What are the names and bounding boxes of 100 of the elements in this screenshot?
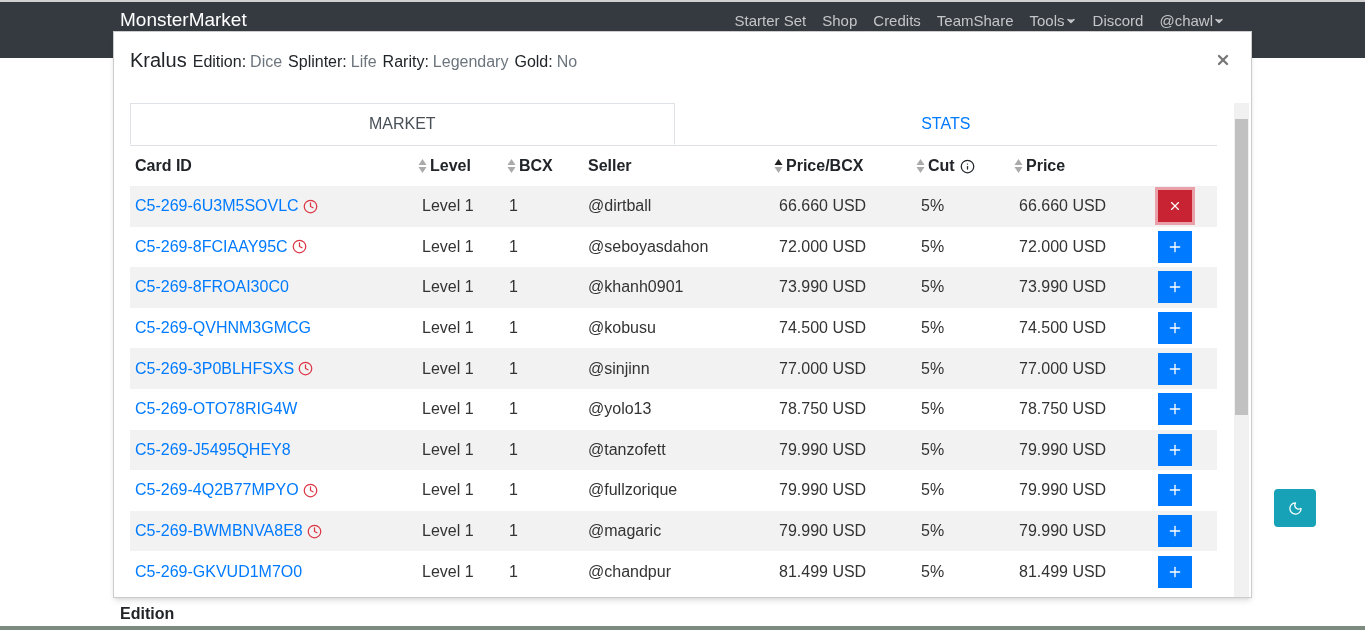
moon-icon <box>1287 500 1303 516</box>
scrollbar[interactable] <box>1234 103 1249 597</box>
table-cell-text: 81.499 USD <box>779 561 867 582</box>
card-id-link[interactable]: C5-269-8FROAI30C0 <box>135 275 289 300</box>
table-cell-text: 79.990 USD <box>779 439 867 460</box>
card-id-link[interactable]: C5-269-3P0BLHFSXS <box>135 356 295 381</box>
column-header[interactable]: Cut <box>928 154 955 178</box>
table-cell-text: 1 <box>509 277 518 298</box>
attribute-label: Edition: <box>192 51 247 72</box>
table-cell-text: Level 1 <box>422 236 474 257</box>
table-cell-text: 79.990 USD <box>1019 439 1107 460</box>
add-button[interactable] <box>1158 474 1192 507</box>
add-button[interactable] <box>1158 271 1192 304</box>
table-cell-text: @kobusu <box>588 318 656 339</box>
add-button[interactable] <box>1158 555 1192 588</box>
add-button[interactable] <box>1158 393 1192 426</box>
nav-link[interactable]: Shop <box>822 12 858 30</box>
table-cell-text: Level 1 <box>422 439 474 460</box>
nav-link[interactable]: Discord <box>1092 12 1144 30</box>
add-button[interactable] <box>1158 433 1192 466</box>
table-cell-text: 1 <box>509 399 518 420</box>
card-id-link[interactable]: C5-269-QVHNM3GMCG <box>135 316 312 341</box>
table-cell-text: 1 <box>509 358 518 379</box>
table-cell-text: Level 1 <box>422 521 474 542</box>
table-cell-text: 74.500 USD <box>1019 318 1107 339</box>
table-cell-text: 78.750 USD <box>1019 399 1107 420</box>
section-heading: Edition <box>120 605 175 622</box>
table-cell-text: 5% <box>921 399 945 420</box>
table-cell-text: 1 <box>509 561 518 582</box>
table-cell-text: 1 <box>509 196 518 217</box>
column-header[interactable]: Price <box>1026 154 1066 178</box>
table-cell-text: 1 <box>509 439 518 460</box>
table-cell-text: Level 1 <box>422 277 474 298</box>
table-cell-text: 5% <box>921 318 945 339</box>
nav-link[interactable]: Credits <box>873 12 921 30</box>
table-cell-text: @dirtball <box>588 196 652 217</box>
card-id-link[interactable]: C5-269-OTO78RIG4W <box>135 397 298 422</box>
table-cell-text: 74.500 USD <box>779 318 867 339</box>
remove-button[interactable] <box>1158 190 1192 223</box>
table-cell-text: 5% <box>921 277 945 298</box>
info-icon[interactable] <box>959 158 975 174</box>
card-id-link[interactable]: C5-269-J5495QHEY8 <box>135 437 291 462</box>
nav-link[interactable]: TeamShare <box>936 12 1014 30</box>
column-header[interactable]: Price/BCX <box>786 154 864 178</box>
card-id-link[interactable]: C5-269-GKVUD1M7O0 <box>135 559 303 584</box>
add-button[interactable] <box>1158 352 1192 385</box>
card-id-link[interactable]: C5-269-6U3M5SOVLC <box>135 194 299 219</box>
sort-icon[interactable] <box>774 158 783 174</box>
card-id-link[interactable]: C5-269-8FCIAAY95C <box>135 234 288 259</box>
table-cell-text: 1 <box>509 480 518 501</box>
table-cell-text: @khanh0901 <box>588 277 684 298</box>
nav-link[interactable]: @chawl <box>1159 12 1225 30</box>
attribute-label: Rarity: <box>382 51 429 72</box>
table-cell-text: @chandpur <box>588 561 671 582</box>
column-header[interactable]: Level <box>430 154 471 178</box>
table-cell-text: Level 1 <box>422 358 474 379</box>
table-cell-text: 77.000 USD <box>1019 358 1107 379</box>
modal-title: Kralus <box>130 47 187 73</box>
table-cell-text: 5% <box>921 196 945 217</box>
attribute-value: No <box>556 51 578 72</box>
attribute-label: Gold: <box>514 51 553 72</box>
table-cell-text: Level 1 <box>422 318 474 339</box>
table-cell-text: 5% <box>921 480 945 501</box>
nav-link[interactable]: Tools <box>1029 12 1077 30</box>
add-button[interactable] <box>1158 515 1192 548</box>
column-header[interactable]: BCX <box>519 154 553 178</box>
add-button[interactable] <box>1158 312 1192 345</box>
tab[interactable]: MARKET <box>130 103 675 145</box>
add-button[interactable] <box>1158 230 1192 263</box>
card-id-link[interactable]: C5-269-BWMBNVA8E8 <box>135 519 303 544</box>
table-cell-text: 78.750 USD <box>779 399 867 420</box>
table-cell-text: 81.499 USD <box>1019 561 1107 582</box>
table-cell-text: @seboyasdahon <box>588 236 709 257</box>
brand-logo[interactable]: MonsterMarket <box>120 9 247 31</box>
table-cell-text: 1 <box>509 236 518 257</box>
table-cell-text: Level 1 <box>422 480 474 501</box>
table-cell-text: @sinjinn <box>588 358 650 379</box>
table-cell-text: Level 1 <box>422 196 474 217</box>
table-cell-text: @fullzorique <box>588 480 678 501</box>
table-cell-text: @magaric <box>588 521 662 542</box>
table-cell-text: Level 1 <box>422 561 474 582</box>
table-cell-text: 66.660 USD <box>779 196 867 217</box>
column-header[interactable]: Card ID <box>135 154 192 178</box>
nav-link[interactable]: Starter Set <box>734 12 807 30</box>
attribute-value: Life <box>350 51 377 72</box>
table-cell-text: @tanzofett <box>588 439 666 460</box>
table-cell-text: 1 <box>509 318 518 339</box>
table-cell-text: Level 1 <box>422 399 474 420</box>
dark-mode-button[interactable] <box>1274 489 1316 527</box>
table-cell-text: 73.990 USD <box>1019 277 1107 298</box>
table-cell-text: 5% <box>921 358 945 379</box>
scrollbar-thumb[interactable] <box>1235 119 1248 415</box>
card-id-link[interactable]: C5-269-4Q2B77MPYO <box>135 478 299 503</box>
column-header[interactable]: Seller <box>588 154 632 178</box>
table-cell-text: 77.000 USD <box>779 358 867 379</box>
table-cell-text: 5% <box>921 439 945 460</box>
table-cell-text: 72.000 USD <box>779 236 867 257</box>
table-cell-text: @yolo13 <box>588 399 652 420</box>
table-cell-text: 66.660 USD <box>1019 196 1107 217</box>
tab[interactable]: STATS <box>674 103 1217 145</box>
